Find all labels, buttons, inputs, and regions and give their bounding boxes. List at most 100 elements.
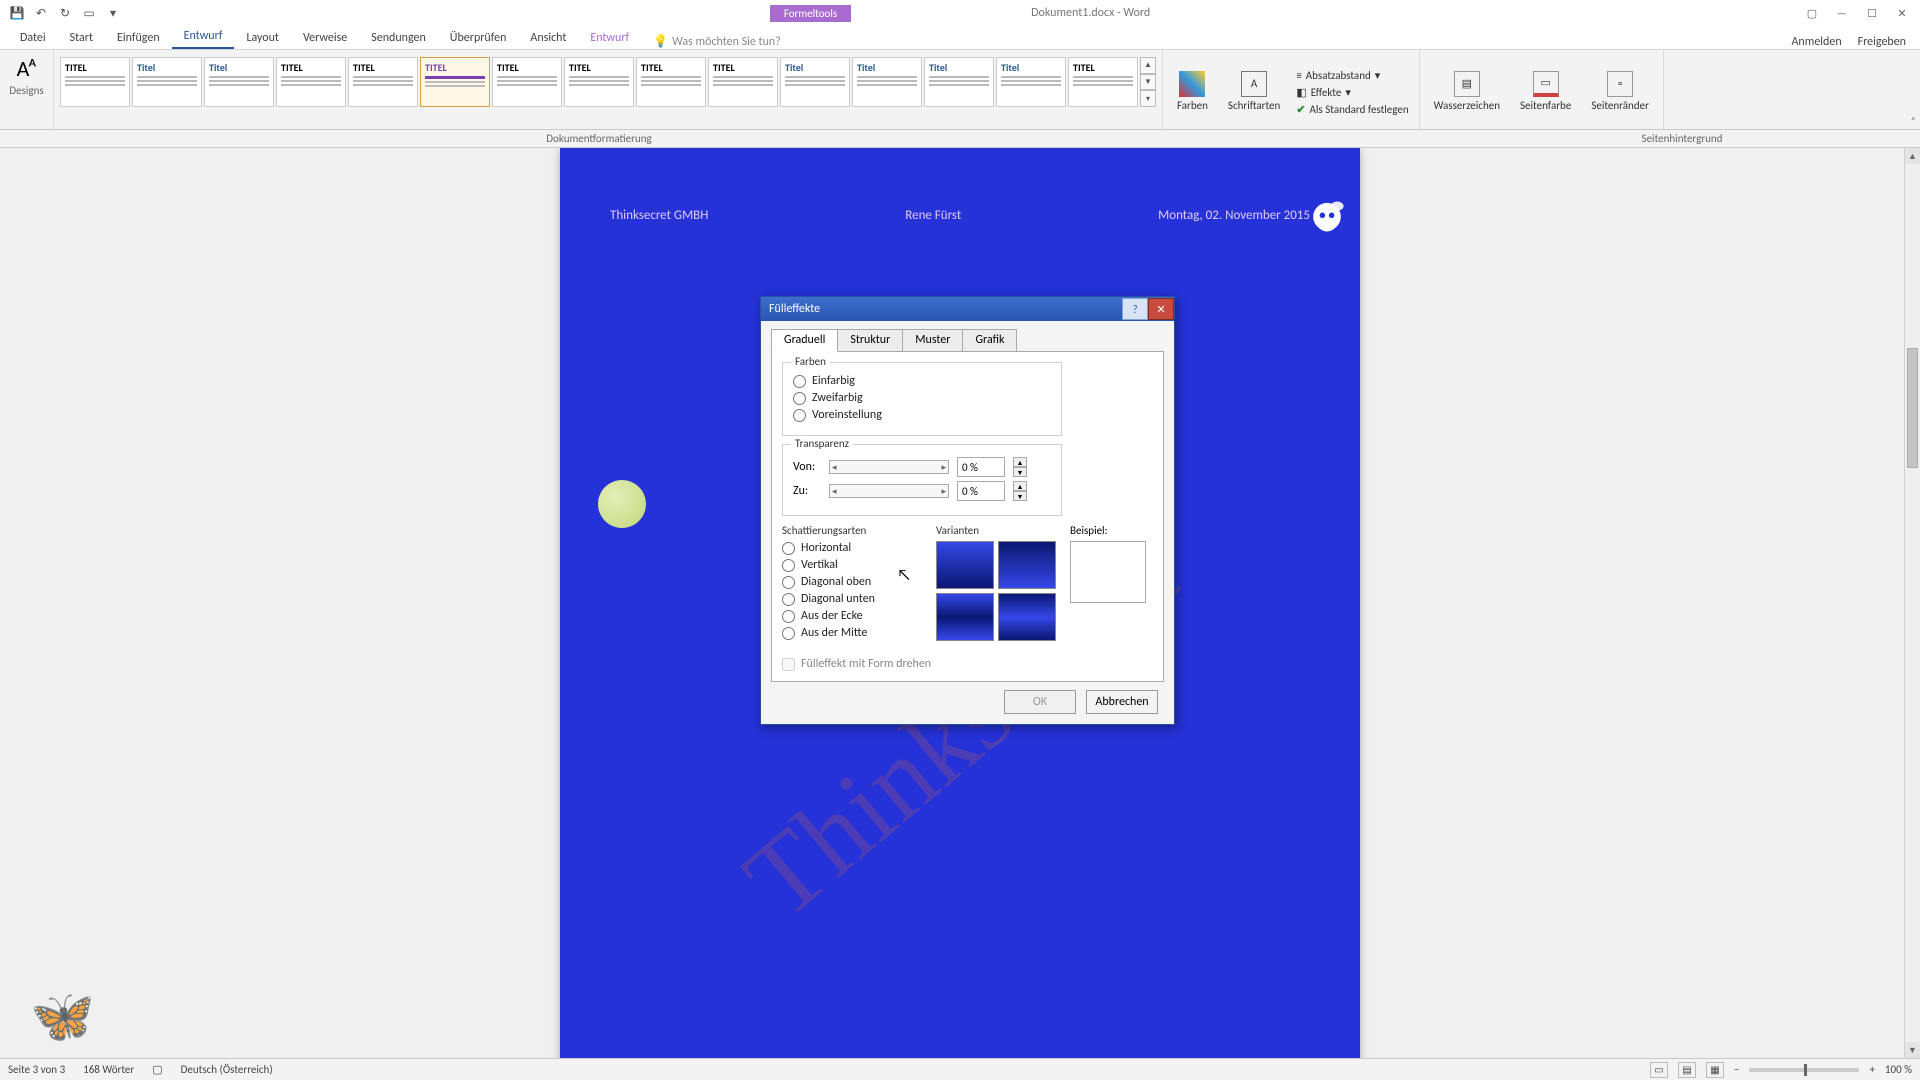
status-language[interactable]: Deutsch (Österreich) <box>181 1063 273 1076</box>
tab-ansicht[interactable]: Ansicht <box>518 27 578 49</box>
status-word-count[interactable]: 168 Wörter <box>83 1063 134 1076</box>
zoom-slider[interactable] <box>1749 1068 1859 1072</box>
gallery-up-icon[interactable]: ▲ <box>1140 57 1156 74</box>
zoom-out-icon[interactable]: − <box>1734 1063 1739 1076</box>
print-layout-icon[interactable]: ▤ <box>1678 1062 1696 1078</box>
status-page[interactable]: Seite 3 von 3 <box>8 1063 65 1076</box>
style-swatch[interactable]: Titel <box>780 57 850 107</box>
scroll-up-icon[interactable]: ▲ <box>1905 148 1920 164</box>
touch-mode-icon[interactable]: ▭ <box>80 4 98 22</box>
style-swatch[interactable]: Titel <box>132 57 202 107</box>
collapse-ribbon-icon[interactable]: ˄ <box>1911 114 1916 127</box>
tab-muster[interactable]: Muster <box>902 329 963 352</box>
colors-button[interactable]: Farben <box>1169 69 1216 114</box>
page-borders-button[interactable]: ▫ Seitenränder <box>1583 69 1657 114</box>
qat-more-icon[interactable]: ▾ <box>104 4 122 22</box>
tell-me-search[interactable]: 💡 Was möchten Sie tun? <box>653 34 781 49</box>
proofing-icon[interactable]: ▢ <box>152 1063 162 1076</box>
vertical-scrollbar[interactable]: ▲ ▼ <box>1904 148 1920 1058</box>
save-icon[interactable]: 💾 <box>8 4 26 22</box>
style-swatch[interactable]: TITEL <box>564 57 634 107</box>
style-swatch[interactable]: TITEL <box>492 57 562 107</box>
style-swatch[interactable]: Titel <box>924 57 994 107</box>
cancel-button[interactable]: Abbrechen <box>1086 690 1158 714</box>
scroll-thumb[interactable] <box>1907 348 1918 468</box>
effects-button[interactable]: ◧Effekte▾ <box>1292 85 1412 100</box>
paragraph-spacing-button[interactable]: ≡Absatzabstand▾ <box>1292 68 1412 83</box>
style-swatch[interactable]: TITEL <box>60 57 130 107</box>
variant-2[interactable] <box>998 541 1056 589</box>
radio-aus-der-mitte[interactable]: Aus der Mitte <box>782 626 922 640</box>
style-swatch[interactable]: Titel <box>852 57 922 107</box>
tab-einfuegen[interactable]: Einfügen <box>105 27 172 49</box>
style-swatch[interactable]: Titel <box>204 57 274 107</box>
style-swatch[interactable]: TITEL <box>636 57 706 107</box>
tab-datei[interactable]: Datei <box>8 27 58 49</box>
rotate-with-shape-checkbox[interactable]: Fülleffekt mit Form drehen <box>782 657 1153 671</box>
tab-formeltools-entwurf[interactable]: Entwurf <box>578 27 641 49</box>
maximize-icon[interactable]: ☐ <box>1858 3 1886 23</box>
transparency-group: Transparenz Von: ◂▸ ▲▼ Zu: ◂▸ ▲▼ <box>782 444 1062 516</box>
radio-aus-der-ecke[interactable]: Aus der Ecke <box>782 609 922 623</box>
spin-up-icon[interactable]: ▲ <box>1013 457 1027 467</box>
style-swatch[interactable]: TITEL <box>708 57 778 107</box>
variant-3[interactable] <box>936 593 994 641</box>
ok-button[interactable]: OK <box>1004 690 1076 714</box>
tab-verweise[interactable]: Verweise <box>291 27 359 49</box>
redo-icon[interactable]: ↻ <box>56 4 74 22</box>
tab-sendungen[interactable]: Sendungen <box>359 27 438 49</box>
share-button[interactable]: Freigeben <box>1858 35 1906 49</box>
style-swatch[interactable]: TITEL <box>1068 57 1138 107</box>
ribbon-display-options-icon[interactable]: ▢ <box>1798 3 1826 23</box>
style-swatch-selected[interactable]: TITEL <box>420 57 490 107</box>
dialog-titlebar[interactable]: Fülleffekte ? ✕ <box>761 297 1174 321</box>
spin-down-icon[interactable]: ▼ <box>1013 491 1027 501</box>
undo-icon[interactable]: ↶ <box>32 4 50 22</box>
tab-grafik[interactable]: Grafik <box>962 329 1017 352</box>
page-color-button[interactable]: ▭ Seitenfarbe <box>1512 69 1579 114</box>
radio-diagonal-oben[interactable]: Diagonal oben <box>782 575 922 589</box>
radio-horizontal[interactable]: Horizontal <box>782 541 922 555</box>
gallery-more-icon[interactable]: ▾ <box>1140 90 1156 107</box>
tab-layout[interactable]: Layout <box>234 27 291 49</box>
web-layout-icon[interactable]: ▦ <box>1706 1062 1724 1078</box>
tab-struktur[interactable]: Struktur <box>837 329 903 352</box>
zoom-slider-thumb[interactable] <box>1804 1064 1807 1076</box>
to-slider[interactable]: ◂▸ <box>829 484 949 498</box>
style-swatch[interactable]: TITEL <box>348 57 418 107</box>
read-mode-icon[interactable]: ▭ <box>1650 1062 1668 1078</box>
dialog-help-icon[interactable]: ? <box>1122 298 1148 320</box>
radio-einfarbig[interactable]: Einfarbig <box>793 374 1051 388</box>
variant-4[interactable] <box>998 593 1056 641</box>
spin-down-icon[interactable]: ▼ <box>1013 467 1027 477</box>
watermark-button[interactable]: ▤ Wasserzeichen <box>1426 69 1508 114</box>
scroll-down-icon[interactable]: ▼ <box>1905 1042 1920 1058</box>
style-swatch[interactable]: TITEL <box>276 57 346 107</box>
zoom-value[interactable]: 100 % <box>1885 1063 1912 1076</box>
to-value-input[interactable] <box>957 481 1005 501</box>
designs-button[interactable]: Aᴬ Designs <box>3 53 49 99</box>
radio-zweifarbig[interactable]: Zweifarbig <box>793 391 1051 405</box>
set-as-default-button[interactable]: ✔Als Standard festlegen <box>1292 102 1412 117</box>
spin-up-icon[interactable]: ▲ <box>1013 481 1027 491</box>
zoom-in-icon[interactable]: + <box>1869 1063 1874 1076</box>
fonts-button[interactable]: A Schriftarten <box>1220 69 1288 114</box>
minimize-icon[interactable]: — <box>1828 3 1856 23</box>
radio-diagonal-unten[interactable]: Diagonal unten <box>782 592 922 606</box>
style-swatch[interactable]: Titel <box>996 57 1066 107</box>
from-value-input[interactable] <box>957 457 1005 477</box>
radio-voreinstellung[interactable]: Voreinstellung <box>793 408 1051 422</box>
colors-label: Farben <box>1177 99 1208 112</box>
radio-vertikal[interactable]: Vertikal <box>782 558 922 572</box>
style-set-gallery[interactable]: TITEL Titel Titel TITEL TITEL TITEL TITE… <box>60 53 1156 107</box>
from-slider[interactable]: ◂▸ <box>829 460 949 474</box>
tab-ueberpruefen[interactable]: Überprüfen <box>438 27 519 49</box>
dialog-close-icon[interactable]: ✕ <box>1148 298 1174 320</box>
tab-entwurf[interactable]: Entwurf <box>172 25 235 49</box>
tab-graduell[interactable]: Graduell <box>771 329 838 352</box>
tab-start[interactable]: Start <box>58 27 105 49</box>
variant-1[interactable] <box>936 541 994 589</box>
gallery-down-icon[interactable]: ▼ <box>1140 74 1156 91</box>
close-icon[interactable]: ✕ <box>1888 3 1916 23</box>
signin-link[interactable]: Anmelden <box>1791 35 1841 49</box>
